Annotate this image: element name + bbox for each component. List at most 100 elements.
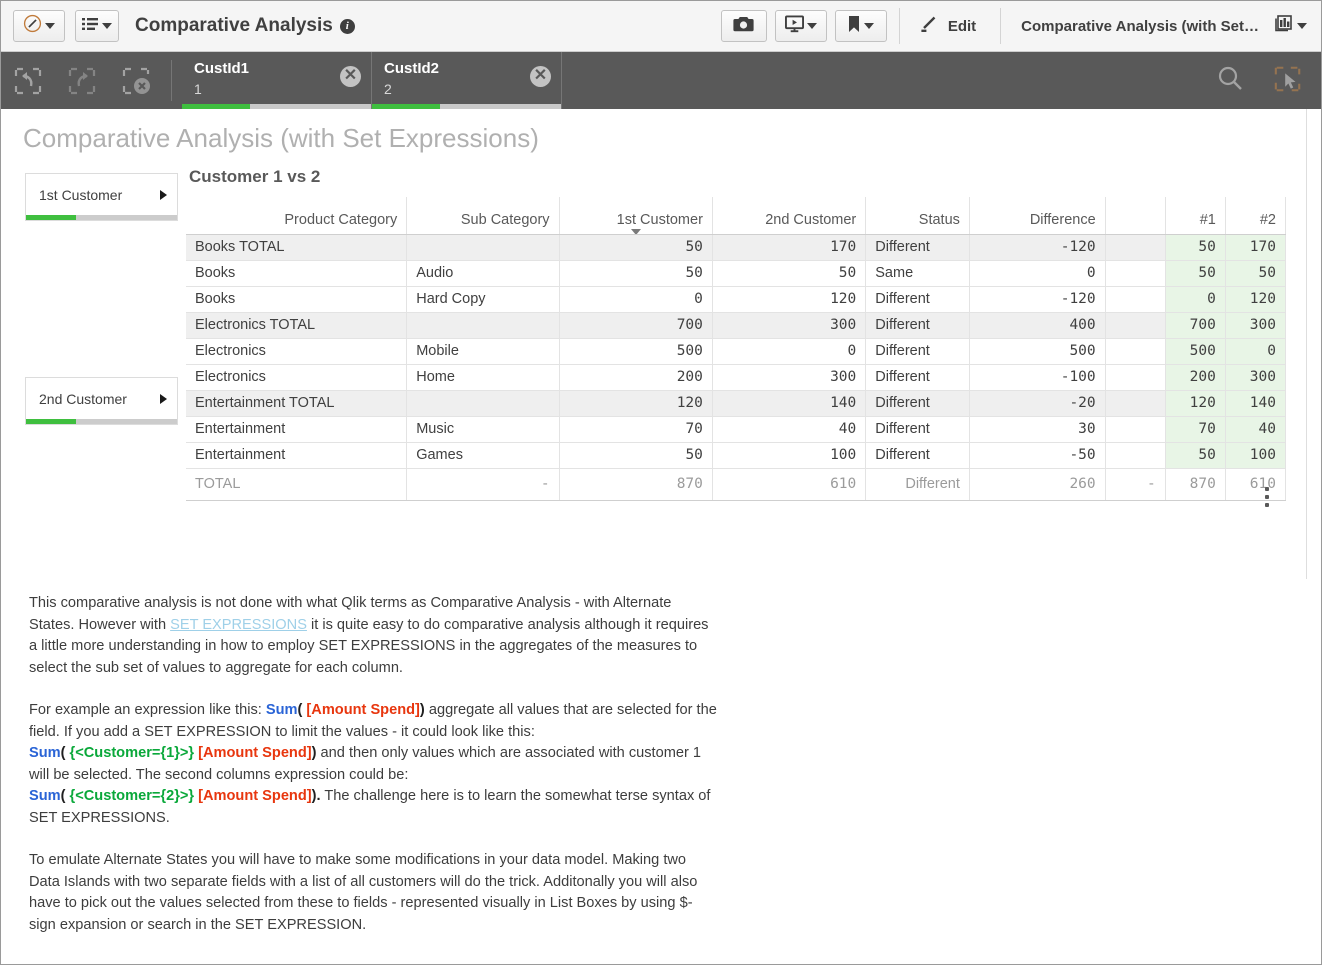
sheet-selector[interactable]: Comparative Analysis (with Set… <box>1005 14 1321 38</box>
cell-difference[interactable]: 0 <box>969 260 1106 287</box>
cell-sub-category[interactable]: Audio <box>406 260 560 287</box>
close-icon[interactable]: ✕ <box>530 66 551 87</box>
table-row[interactable]: Entertainment Music 70 40 Different 30 70 40 <box>186 416 1287 443</box>
set-expressions-link[interactable]: SET EXPRESSIONS <box>170 617 307 633</box>
cell-hash2[interactable]: 610 <box>1225 467 1287 501</box>
cell-difference[interactable]: 30 <box>969 416 1106 443</box>
cell-1st-customer[interactable]: 500 <box>559 338 713 365</box>
cell-status[interactable]: Different <box>865 234 970 261</box>
cell-product-category[interactable]: Electronics <box>186 338 408 365</box>
cell-blank[interactable] <box>1105 234 1166 261</box>
cell-blank[interactable] <box>1105 312 1166 339</box>
cell-hash2[interactable]: 140 <box>1225 390 1287 417</box>
table-row[interactable]: Entertainment TOTAL 120 140 Different -20 120… <box>186 390 1287 417</box>
cell-hash1[interactable]: 50 <box>1165 234 1226 261</box>
column-header-product-category[interactable]: Product Category <box>186 197 408 235</box>
cell-status[interactable]: Different <box>865 467 970 501</box>
table-row[interactable]: Books Audio 50 50 Same 0 50 50 <box>186 260 1287 287</box>
cell-2nd-customer[interactable]: 140 <box>712 390 867 417</box>
column-header-difference[interactable]: Difference <box>969 197 1106 235</box>
cell-product-category[interactable]: TOTAL <box>186 467 408 501</box>
cell-status[interactable]: Different <box>865 286 970 313</box>
selection-forward-button[interactable] <box>65 64 99 98</box>
column-header-blank[interactable] <box>1105 197 1166 235</box>
cell-status[interactable]: Different <box>865 364 970 391</box>
kebab-menu-icon[interactable] <box>1265 487 1269 507</box>
table-row[interactable]: Books Hard Copy 0 120 Different -120 0 120 <box>186 286 1287 313</box>
cell-product-category[interactable]: Books TOTAL <box>186 234 408 261</box>
cell-2nd-customer[interactable]: 170 <box>712 234 867 261</box>
cell-status[interactable]: Different <box>865 338 970 365</box>
bookmarks-button[interactable] <box>834 10 887 42</box>
cell-2nd-customer[interactable]: 300 <box>712 312 867 339</box>
cell-blank[interactable]: - <box>1105 467 1166 501</box>
cell-2nd-customer[interactable]: 40 <box>712 416 867 443</box>
cell-sub-category[interactable]: Mobile <box>406 338 560 365</box>
selection-back-button[interactable] <box>11 64 45 98</box>
cell-status[interactable]: Different <box>865 390 970 417</box>
cell-2nd-customer[interactable]: 50 <box>712 260 867 287</box>
cell-hash2[interactable]: 300 <box>1225 312 1287 339</box>
column-header-2nd-customer[interactable]: 2nd Customer <box>712 197 867 235</box>
cell-hash2[interactable]: 40 <box>1225 416 1287 443</box>
cell-2nd-customer[interactable]: 300 <box>712 364 867 391</box>
edit-button[interactable]: Edit <box>904 1 996 52</box>
selection-chip-custid2[interactable]: CustId2 2 ✕ <box>372 52 562 109</box>
cell-1st-customer[interactable]: 70 <box>559 416 713 443</box>
cell-product-category[interactable]: Electronics <box>186 364 408 391</box>
cell-1st-customer[interactable]: 700 <box>559 312 713 339</box>
cell-1st-customer[interactable]: 870 <box>559 467 713 501</box>
cell-product-category[interactable]: Entertainment TOTAL <box>186 390 408 417</box>
column-header-status[interactable]: Status <box>865 197 970 235</box>
cell-status[interactable]: Same <box>865 260 970 287</box>
cell-difference[interactable]: -50 <box>969 442 1106 469</box>
cell-status[interactable]: Different <box>865 416 970 443</box>
cell-1st-customer[interactable]: 200 <box>559 364 713 391</box>
cell-difference[interactable]: -20 <box>969 390 1106 417</box>
cell-product-category[interactable]: Books <box>186 260 408 287</box>
info-icon[interactable]: i <box>339 18 355 34</box>
column-header-1st-customer[interactable]: 1st Customer <box>559 197 713 235</box>
cell-product-category[interactable]: Entertainment <box>186 416 408 443</box>
snapshot-button[interactable] <box>720 10 767 42</box>
storytelling-button[interactable] <box>774 10 827 42</box>
cell-hash1[interactable]: 500 <box>1165 338 1226 365</box>
selection-tool-button[interactable] <box>1273 64 1307 98</box>
cell-difference[interactable]: -120 <box>969 286 1106 313</box>
cell-difference[interactable]: -120 <box>969 234 1106 261</box>
cell-2nd-customer[interactable]: 610 <box>712 467 867 501</box>
selection-chip-custid1[interactable]: CustId1 1 ✕ <box>182 52 372 109</box>
cell-hash1[interactable]: 0 <box>1165 286 1226 313</box>
cell-hash1[interactable]: 120 <box>1165 390 1226 417</box>
cell-blank[interactable] <box>1105 286 1166 313</box>
cell-1st-customer[interactable]: 50 <box>559 442 713 469</box>
cell-blank[interactable] <box>1105 338 1166 365</box>
cell-blank[interactable] <box>1105 390 1166 417</box>
cell-sub-category[interactable] <box>406 390 560 417</box>
search-button[interactable] <box>1215 64 1249 98</box>
cell-status[interactable]: Different <box>865 442 970 469</box>
cell-hash1[interactable]: 200 <box>1165 364 1226 391</box>
table-row[interactable]: Books TOTAL 50 170 Different -120 50 170 <box>186 234 1287 261</box>
cell-hash2[interactable]: 50 <box>1225 260 1287 287</box>
cell-1st-customer[interactable]: 120 <box>559 390 713 417</box>
close-icon[interactable]: ✕ <box>340 66 361 87</box>
cell-difference[interactable]: 500 <box>969 338 1106 365</box>
triangle-right-icon[interactable] <box>160 393 167 404</box>
cell-sub-category[interactable] <box>406 234 560 261</box>
filter-pane-1st-customer[interactable]: 1st Customer <box>25 173 178 221</box>
cell-1st-customer[interactable]: 50 <box>559 260 713 287</box>
column-header-hash1[interactable]: #1 <box>1165 197 1226 235</box>
column-header-hash2[interactable]: #2 <box>1225 197 1287 235</box>
cell-1st-customer[interactable]: 0 <box>559 286 713 313</box>
cell-hash2[interactable]: 100 <box>1225 442 1287 469</box>
cell-status[interactable]: Different <box>865 312 970 339</box>
cell-blank[interactable] <box>1105 416 1166 443</box>
table-row[interactable]: Electronics Mobile 500 0 Different 500 500 0 <box>186 338 1287 365</box>
cell-hash2[interactable]: 0 <box>1225 338 1287 365</box>
cell-hash1[interactable]: 50 <box>1165 260 1226 287</box>
table-row[interactable]: Electronics Home 200 300 Different -100 200 300 <box>186 364 1287 391</box>
cell-2nd-customer[interactable]: 120 <box>712 286 867 313</box>
cell-hash2[interactable]: 300 <box>1225 364 1287 391</box>
cell-product-category[interactable]: Books <box>186 286 408 313</box>
